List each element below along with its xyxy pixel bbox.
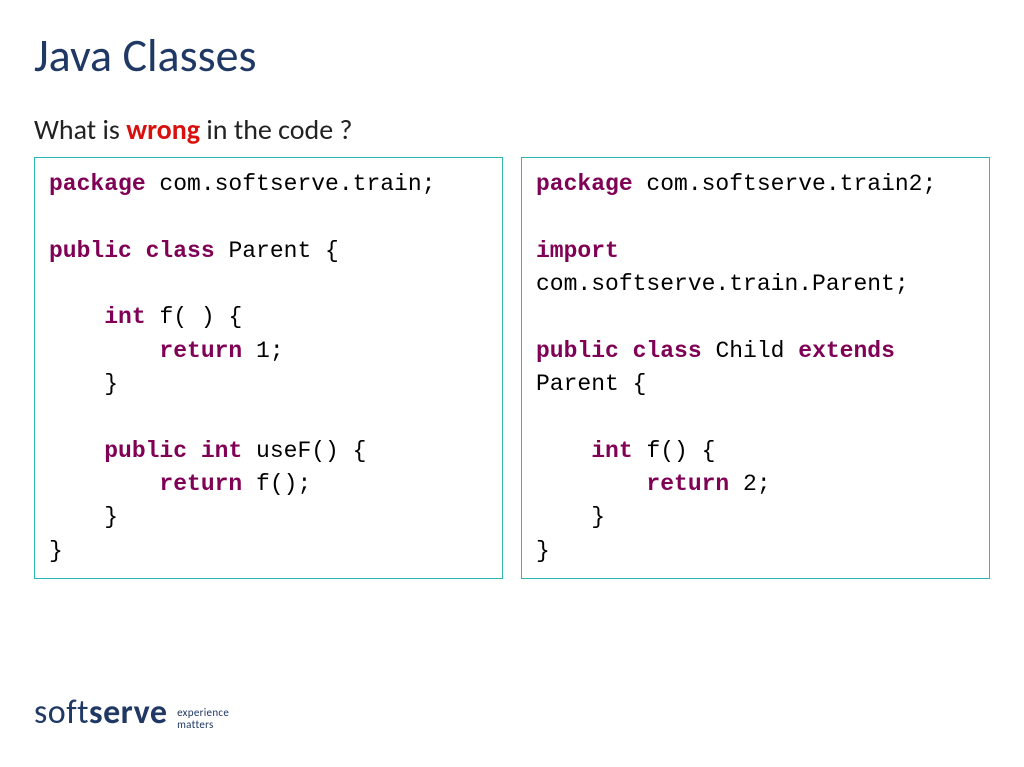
subtitle-post: in the code ? — [200, 112, 352, 147]
logo: softserve experience matters — [34, 709, 229, 728]
code-box-left: package com.softserve.train; public clas… — [34, 157, 503, 579]
logo-serve: serve — [89, 692, 167, 733]
tagline-2: matters — [177, 718, 214, 731]
subtitle-pre: What is — [34, 112, 126, 147]
code-columns: package com.softserve.train; public clas… — [34, 157, 990, 579]
logo-tagline: experience matters — [177, 707, 229, 731]
code-box-right: package com.softserve.train2; import com… — [521, 157, 990, 579]
slide-title: Java Classes — [34, 28, 990, 84]
subtitle-emphasis: wrong — [126, 112, 200, 147]
footer-logo: softserve experience matters — [34, 692, 229, 733]
slide-subtitle: What is wrong in the code ? — [34, 112, 990, 147]
tagline-1: experience — [177, 706, 229, 719]
slide: Java Classes What is wrong in the code ?… — [0, 0, 1024, 767]
logo-soft: soft — [34, 692, 89, 733]
